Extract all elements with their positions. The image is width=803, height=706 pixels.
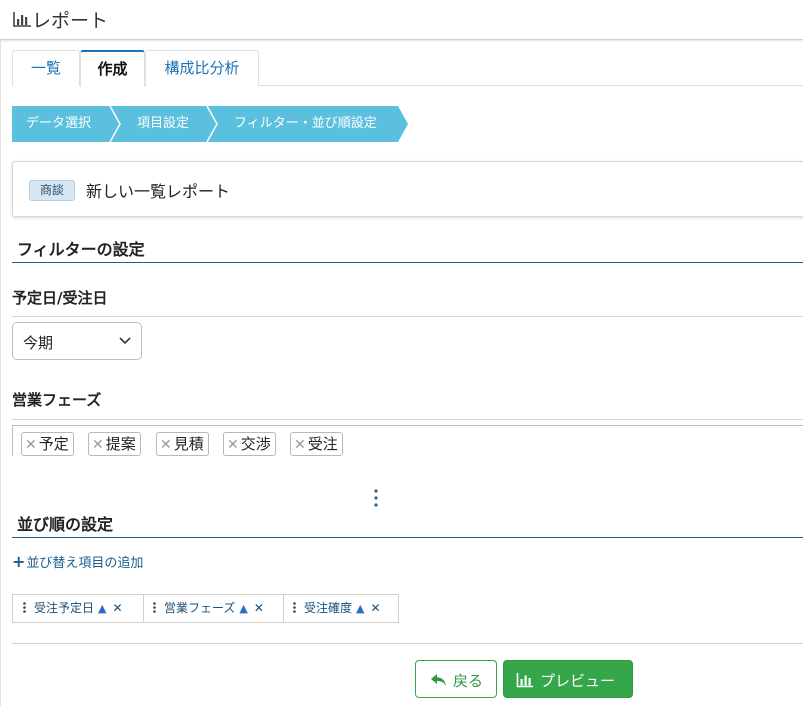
phase-tag-input[interactable]: ✕ 予定 ✕ 提案 ✕ 見積 ✕ 交渉 ✕ 受注 [12, 425, 803, 456]
remove-tag-icon[interactable]: ✕ [160, 437, 172, 453]
remove-tag-icon[interactable]: ✕ [227, 437, 239, 453]
report-name: 新しい一覧レポート [86, 182, 231, 201]
phase-tag: ✕ 交渉 [223, 432, 276, 456]
date-filter-label: 予定日/受注日 [12, 289, 108, 307]
phase-filter-label: 営業フェーズ [12, 391, 102, 409]
drag-handle-icon[interactable] [23, 602, 26, 613]
reply-arrow-icon [431, 674, 446, 686]
sort-section-title: 並び順の設定 [17, 515, 114, 534]
phase-tag: ✕ 提案 [88, 432, 141, 456]
drag-handle-icon[interactable] [153, 602, 156, 613]
tab-list[interactable]: 一覧 [12, 50, 80, 86]
sort-ascending-icon[interactable]: ▲ [356, 602, 364, 615]
tab-composition-analysis[interactable]: 構成比分析 [145, 50, 259, 86]
footer-divider [12, 643, 803, 644]
step-data-select[interactable]: データ選択 [26, 106, 91, 142]
remove-tag-icon[interactable]: ✕ [25, 437, 37, 453]
bar-chart-icon [516, 673, 533, 688]
step-filter-sort-settings[interactable]: フィルター・並び順設定 [234, 106, 377, 142]
app-header: レポート [0, 0, 803, 40]
object-badge: 商談 [29, 180, 76, 201]
phase-tag: ✕ 予定 [21, 432, 74, 456]
remove-tag-icon[interactable]: ✕ [294, 437, 306, 453]
chevron-down-icon [119, 337, 131, 345]
step-item-settings[interactable]: 項目設定 [137, 106, 189, 142]
back-button-label: 戻る [453, 672, 484, 690]
section-divider [12, 537, 803, 538]
period-select[interactable]: 今期 [12, 322, 142, 360]
close-icon[interactable]: ✕ [112, 601, 122, 615]
plus-icon: + [12, 552, 26, 571]
sort-item[interactable]: 受注確度 ▲ ✕ [293, 595, 381, 622]
tab-bar: 一覧 作成 構成比分析 [12, 50, 803, 87]
sort-item-list: 受注予定日 ▲ ✕ 営業フェーズ ▲ ✕ 受注確度 ▲ ✕ [12, 594, 399, 623]
phase-tag: ✕ 見積 [156, 432, 209, 456]
add-sort-item-link[interactable]: +並び替え項目の追加 [12, 552, 143, 571]
sort-ascending-icon[interactable]: ▲ [98, 602, 106, 615]
filter-section-title: フィルターの設定 [17, 240, 145, 259]
preview-button[interactable]: プレビュー [503, 660, 633, 698]
field-divider [12, 316, 803, 317]
back-button[interactable]: 戻る [415, 660, 497, 698]
preview-button-label: プレビュー [540, 672, 616, 690]
remove-tag-icon[interactable]: ✕ [92, 437, 104, 453]
close-icon[interactable]: ✕ [254, 601, 264, 615]
drag-handle-icon[interactable] [293, 602, 296, 613]
divider [283, 595, 284, 622]
sort-ascending-icon[interactable]: ▲ [239, 602, 247, 615]
report-summary-card: 商談 新しい一覧レポート [12, 161, 803, 217]
close-icon[interactable]: ✕ [370, 601, 380, 615]
sort-item[interactable]: 受注予定日 ▲ ✕ [23, 595, 123, 622]
phase-tag: ✕ 受注 [290, 432, 343, 456]
field-divider [12, 419, 803, 420]
page-title: レポート [32, 10, 109, 32]
kebab-menu-icon[interactable] [374, 488, 378, 508]
sort-item[interactable]: 営業フェーズ ▲ ✕ [153, 595, 264, 622]
section-divider [12, 262, 803, 263]
bar-chart-icon [13, 12, 31, 27]
left-border [0, 40, 1, 706]
period-select-value: 今期 [23, 334, 54, 352]
divider [143, 595, 144, 622]
tab-create[interactable]: 作成 [80, 50, 145, 87]
